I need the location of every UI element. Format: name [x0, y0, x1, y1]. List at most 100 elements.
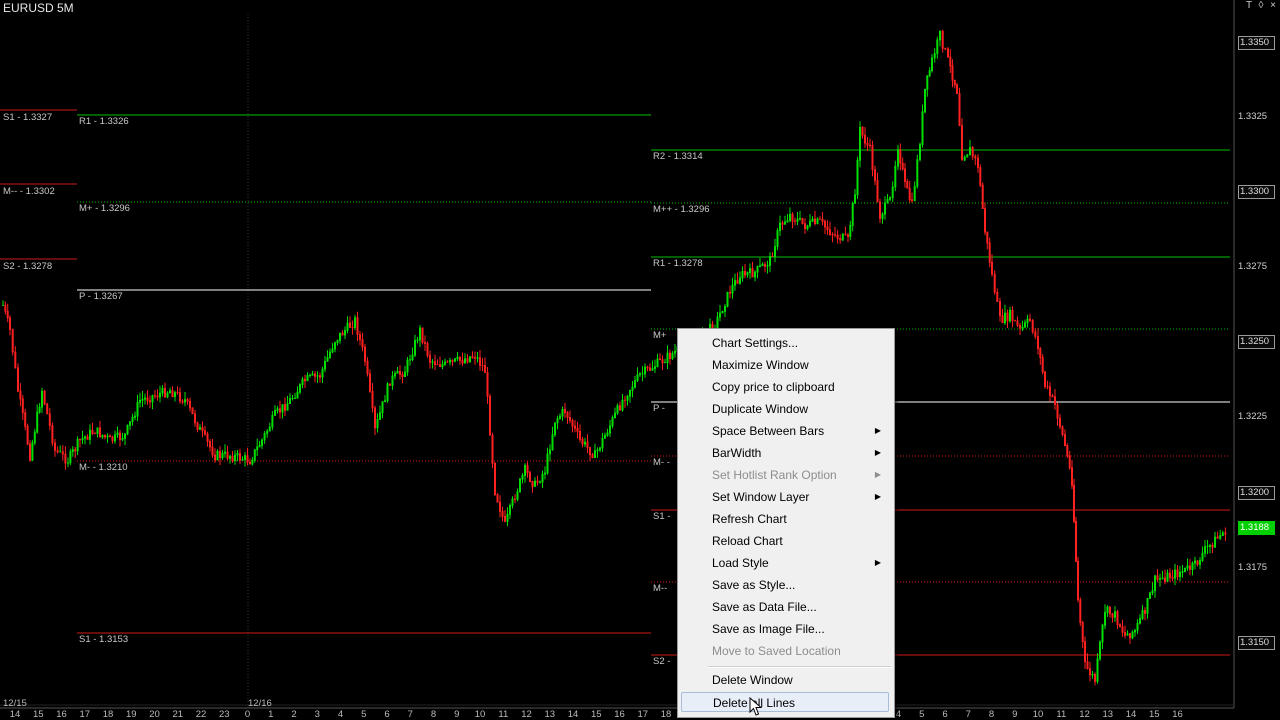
- time-tick-label: 14: [567, 709, 579, 720]
- time-tick-label: 19: [126, 709, 137, 720]
- menu-item-duplicate-window[interactable]: Duplicate Window: [681, 399, 889, 419]
- chart-title: EURUSD 5M: [3, 1, 74, 15]
- price-axis-label: 1.3250: [1238, 335, 1275, 349]
- menu-item-space-between-bars[interactable]: Space Between Bars ▶: [681, 421, 889, 441]
- time-tick-label: 14: [9, 709, 21, 720]
- time-tick-label: 7: [407, 709, 413, 720]
- time-tick-label: 9: [1012, 709, 1018, 720]
- level-label-r1-day1: R1 - 1.3326: [79, 116, 129, 127]
- menu-item-label: Save as Image File...: [712, 622, 825, 636]
- time-tick-label: 0: [244, 709, 251, 720]
- level-label-s2-day2: S2 -: [653, 656, 671, 667]
- menu-item-reload-chart[interactable]: Reload Chart: [681, 531, 889, 551]
- level-label-r2-day2: R2 - 1.3314: [653, 151, 703, 162]
- time-tick-label: 7: [965, 709, 971, 720]
- price-axis-label: 1.3350: [1238, 36, 1275, 50]
- menu-item-label: Load Style: [712, 556, 769, 570]
- time-tick-label: 15: [1149, 709, 1160, 720]
- level-label-mminus-prev: M-- - 1.3302: [3, 186, 55, 197]
- level-label-s2-prev: S2 - 1.3278: [3, 261, 53, 272]
- time-tick-label: 4: [895, 709, 902, 720]
- time-tick-label: 15: [591, 709, 602, 720]
- menu-item-label: Duplicate Window: [712, 402, 809, 416]
- time-tick-label: 4: [337, 709, 344, 720]
- price-axis-label: 1.3150: [1238, 636, 1275, 650]
- time-tick-label: 16: [1172, 709, 1183, 720]
- level-label-p-day1: P - 1.3267: [79, 291, 123, 302]
- time-tick-label: 8: [430, 709, 437, 720]
- menu-item-move-to-saved-location[interactable]: Move to Saved Location: [681, 641, 889, 661]
- menu-item-label: Reload Chart: [712, 534, 783, 548]
- time-tick-label: 12: [1079, 709, 1090, 720]
- menu-item-label: Move to Saved Location: [712, 644, 841, 658]
- time-tick-label: 10: [474, 709, 486, 720]
- menu-item-save-as-image-file[interactable]: Save as Image File...: [681, 619, 889, 639]
- time-tick-label: 8: [988, 709, 995, 720]
- submenu-arrow-icon: ▶: [874, 426, 881, 435]
- menu-item-delete-all-lines[interactable]: Delete all Lines: [681, 692, 889, 712]
- time-tick-label: 13: [1102, 709, 1114, 720]
- menu-item-label: Copy price to clipboard: [712, 380, 835, 394]
- time-tick-label: 9: [454, 709, 460, 720]
- menu-item-label: Set Window Layer: [712, 490, 810, 504]
- submenu-arrow-icon: ▶: [874, 470, 881, 479]
- price-axis-label: 1.3200: [1238, 486, 1275, 500]
- price-axis-label: 1.3175: [1238, 562, 1268, 573]
- menu-item-label: Set Hotlist Rank Option: [712, 468, 837, 482]
- menu-item-maximize-window[interactable]: Maximize Window: [681, 355, 889, 375]
- time-tick-label: 6: [384, 709, 390, 720]
- menu-item-copy-price[interactable]: Copy price to clipboard: [681, 377, 889, 397]
- time-tick-label: 23: [219, 709, 230, 720]
- menu-item-chart-settings[interactable]: Chart Settings...: [681, 333, 889, 353]
- menu-item-set-window-layer[interactable]: Set Window Layer ▶: [681, 487, 889, 507]
- menu-item-barwidth[interactable]: BarWidth ▶: [681, 443, 889, 463]
- time-tick-label: 11: [1056, 709, 1067, 720]
- time-tick-label: 6: [942, 709, 948, 720]
- level-label-r1-day2: R1 - 1.3278: [653, 258, 703, 269]
- price-axis-label: 1.3225: [1238, 411, 1268, 422]
- time-tick-label: 18: [102, 709, 114, 720]
- restore-icon[interactable]: ◊: [1255, 0, 1267, 12]
- menu-item-load-style[interactable]: Load Style ▶: [681, 553, 889, 573]
- context-menu: Chart Settings... Maximize Window Copy p…: [677, 328, 895, 718]
- time-tick-label: 5: [919, 709, 925, 720]
- submenu-arrow-icon: ▶: [874, 448, 881, 457]
- date-label: 12/16: [248, 698, 272, 709]
- submenu-arrow-icon: ▶: [874, 492, 881, 501]
- menu-item-label: Space Between Bars: [712, 424, 825, 438]
- price-chart[interactable]: [0, 0, 1280, 720]
- menu-item-save-as-style[interactable]: Save as Style...: [681, 575, 889, 595]
- chart-area[interactable]: [0, 0, 1280, 720]
- level-label-s1-day1: S1 - 1.3153: [79, 634, 129, 645]
- menu-item-label: Maximize Window: [712, 358, 809, 372]
- time-tick-label: 5: [361, 709, 367, 720]
- time-tick-label: 11: [498, 709, 509, 720]
- menu-item-save-as-data-file[interactable]: Save as Data File...: [681, 597, 889, 617]
- menu-item-label: Save as Data File...: [712, 600, 817, 614]
- time-tick-label: 20: [149, 709, 160, 720]
- time-tick-label: 2: [291, 709, 297, 720]
- close-icon[interactable]: ×: [1267, 0, 1279, 12]
- price-axis-label: 1.3325: [1238, 111, 1268, 122]
- price-axis-label: 1.3300: [1238, 185, 1275, 199]
- date-label: 12/15: [3, 698, 27, 709]
- menu-item-label: Chart Settings...: [712, 336, 799, 350]
- pin-icon[interactable]: T: [1243, 0, 1255, 12]
- level-label-mminus-day2: M- -: [653, 457, 670, 468]
- menu-item-delete-window[interactable]: Delete Window: [681, 670, 889, 690]
- time-tick-label: 10: [1032, 709, 1044, 720]
- time-tick-label: 22: [195, 709, 207, 720]
- level-label-mminus-day1: M- - 1.3210: [79, 462, 128, 473]
- menu-item-refresh-chart[interactable]: Refresh Chart: [681, 509, 889, 529]
- level-label-mminusminus-day2: M--: [653, 583, 668, 594]
- menu-separator: [708, 666, 891, 668]
- menu-item-set-hotlist-rank[interactable]: Set Hotlist Rank Option ▶: [681, 465, 889, 485]
- time-tick-label: 17: [637, 709, 649, 720]
- time-tick-label: 18: [660, 709, 672, 720]
- menu-item-label: Refresh Chart: [712, 512, 787, 526]
- level-label-p-day2: P -: [653, 403, 665, 414]
- time-tick-label: 12: [521, 709, 532, 720]
- menu-item-label: BarWidth: [712, 446, 762, 460]
- submenu-arrow-icon: ▶: [874, 558, 881, 567]
- time-tick-label: 13: [544, 709, 556, 720]
